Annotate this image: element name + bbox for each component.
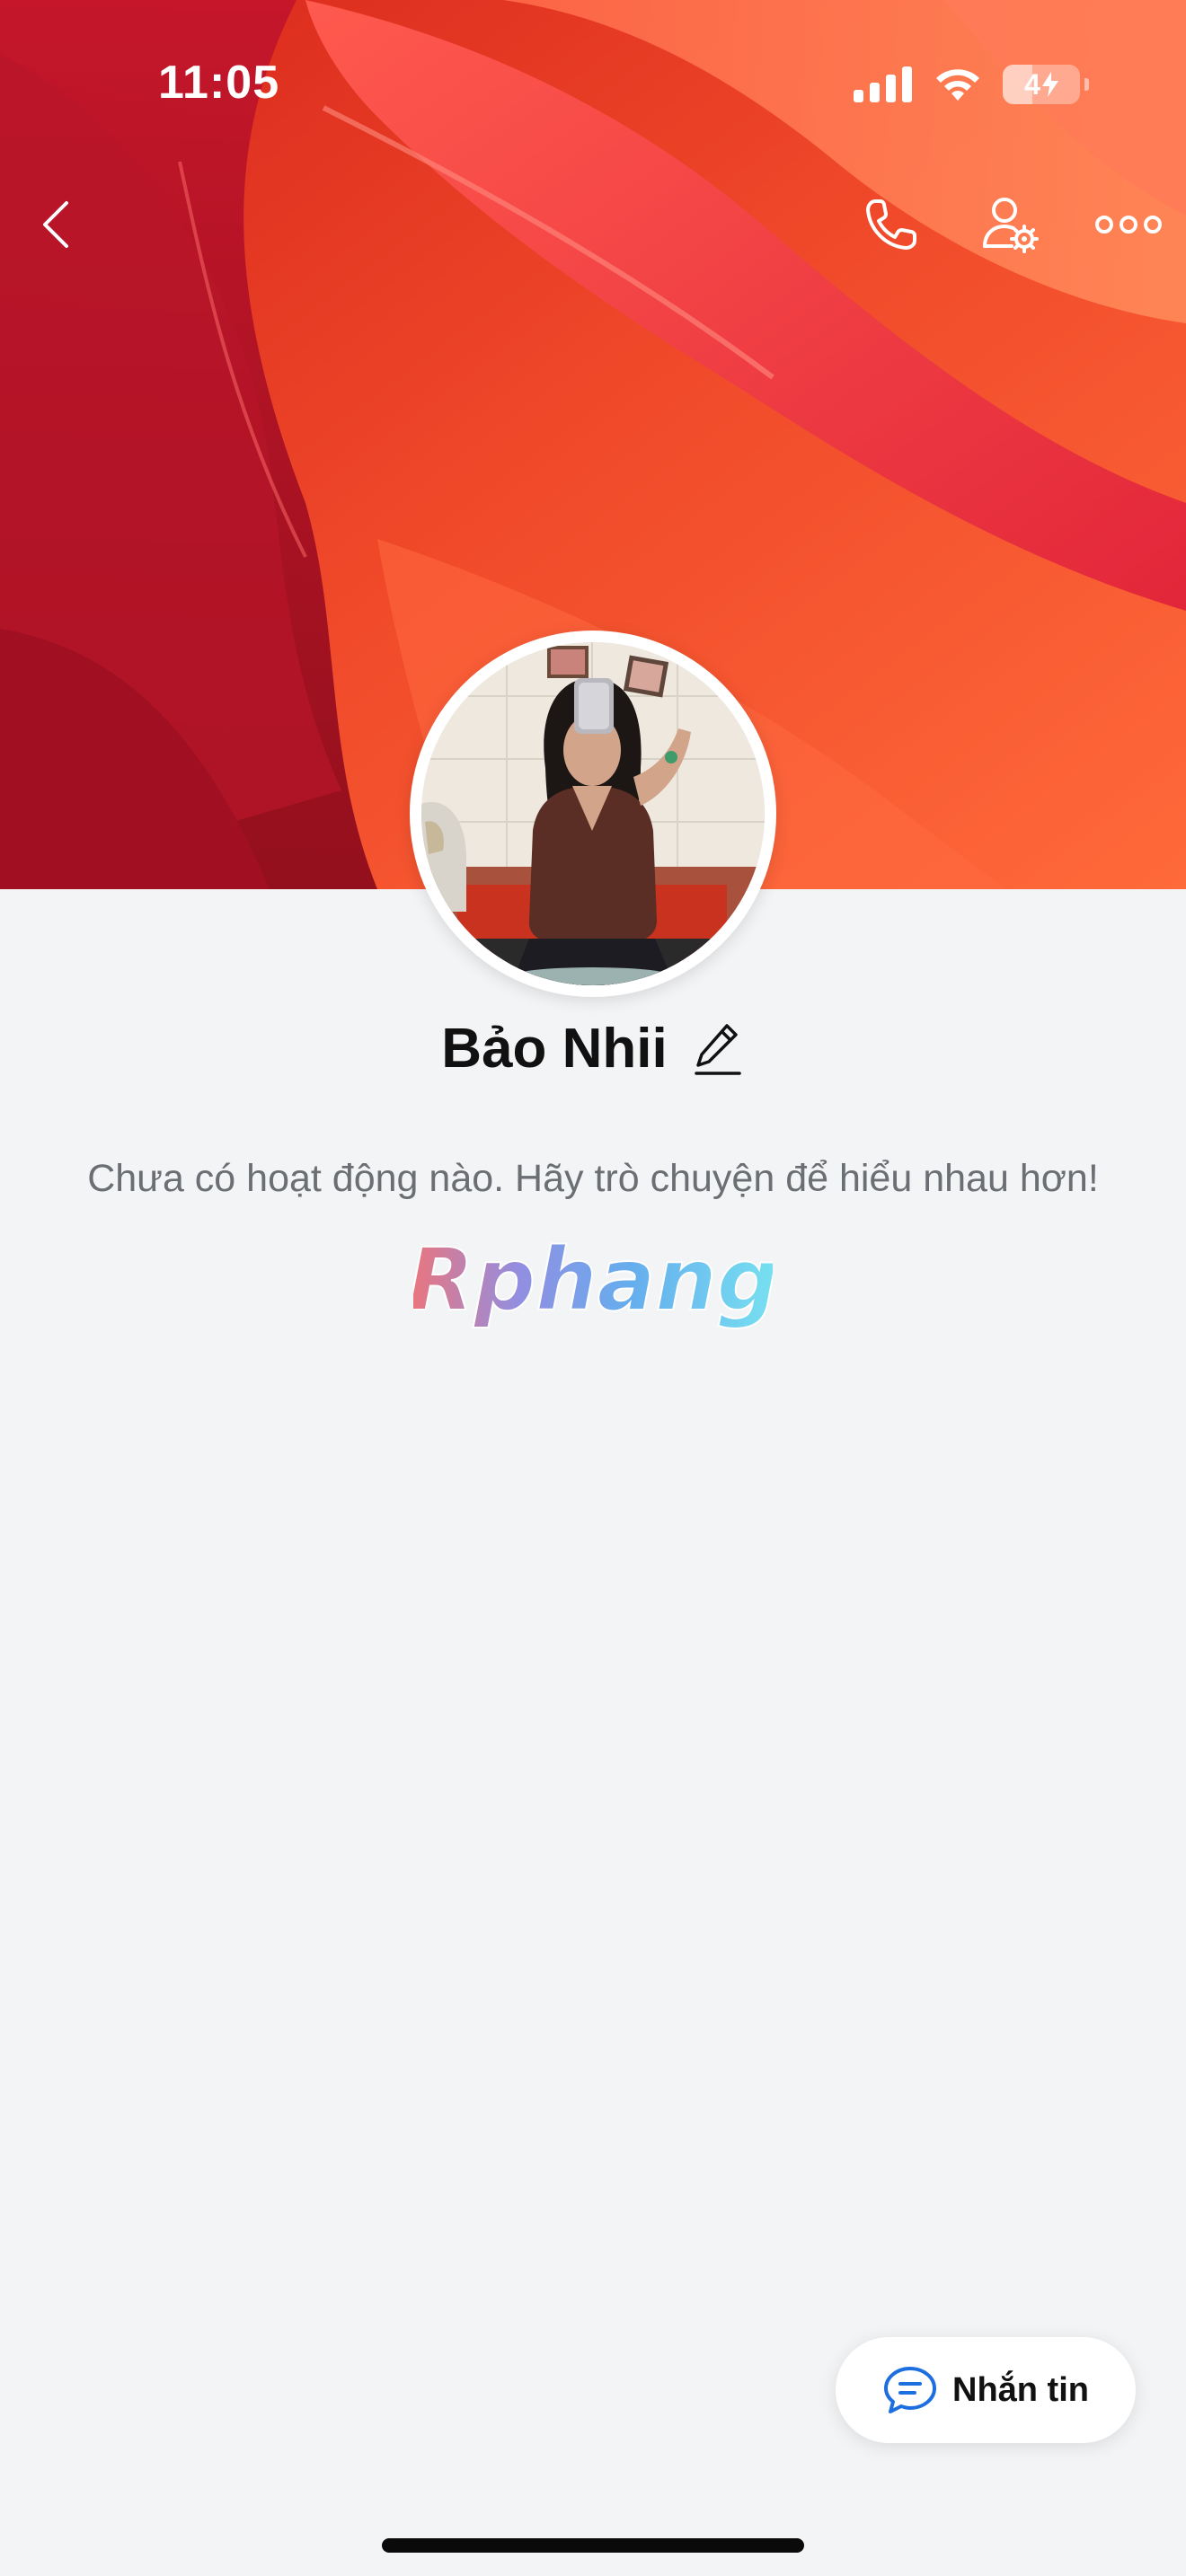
message-button-label: Nhắn tin (952, 2370, 1089, 2409)
edit-name-button[interactable] (691, 1019, 745, 1079)
cellular-signal-icon (854, 66, 912, 102)
call-button[interactable] (848, 181, 934, 268)
charging-bolt-icon (1041, 72, 1058, 97)
back-button[interactable] (13, 181, 99, 268)
message-button[interactable]: Nhắn tin (836, 2337, 1136, 2443)
pencil-icon (694, 1023, 741, 1075)
avatar-photo (421, 642, 765, 985)
status-icons: 4 (854, 65, 1089, 104)
battery-icon: 4 (1003, 65, 1089, 104)
profile-name-row: Bảo Nhii (0, 1017, 1186, 1081)
profile-name: Bảo Nhii (441, 1018, 668, 1080)
rphang-logo: Rphang (407, 1229, 780, 1331)
more-dots-icon (1095, 216, 1162, 234)
status-bar: 11:05 4 (0, 0, 1186, 171)
status-time: 11:05 (158, 57, 280, 109)
chevron-left-icon (43, 201, 68, 248)
avatar-image (421, 642, 765, 985)
user-settings-button[interactable] (967, 181, 1053, 268)
watermark-logo: Rphang (407, 1229, 780, 1337)
home-indicator (382, 2538, 804, 2553)
profile-avatar[interactable] (410, 631, 776, 997)
chat-bubble-icon (884, 2367, 936, 2413)
empty-activity-message: Chưa có hoạt động nào. Hãy trò chuyện để… (87, 1157, 1099, 1200)
battery-level: 4 (1024, 67, 1040, 101)
user-settings-icon (983, 198, 1039, 253)
wifi-icon (936, 69, 979, 101)
svg-text:Rphang: Rphang (413, 1238, 773, 1330)
more-options-button[interactable] (1085, 181, 1172, 268)
phone-icon (866, 199, 916, 250)
